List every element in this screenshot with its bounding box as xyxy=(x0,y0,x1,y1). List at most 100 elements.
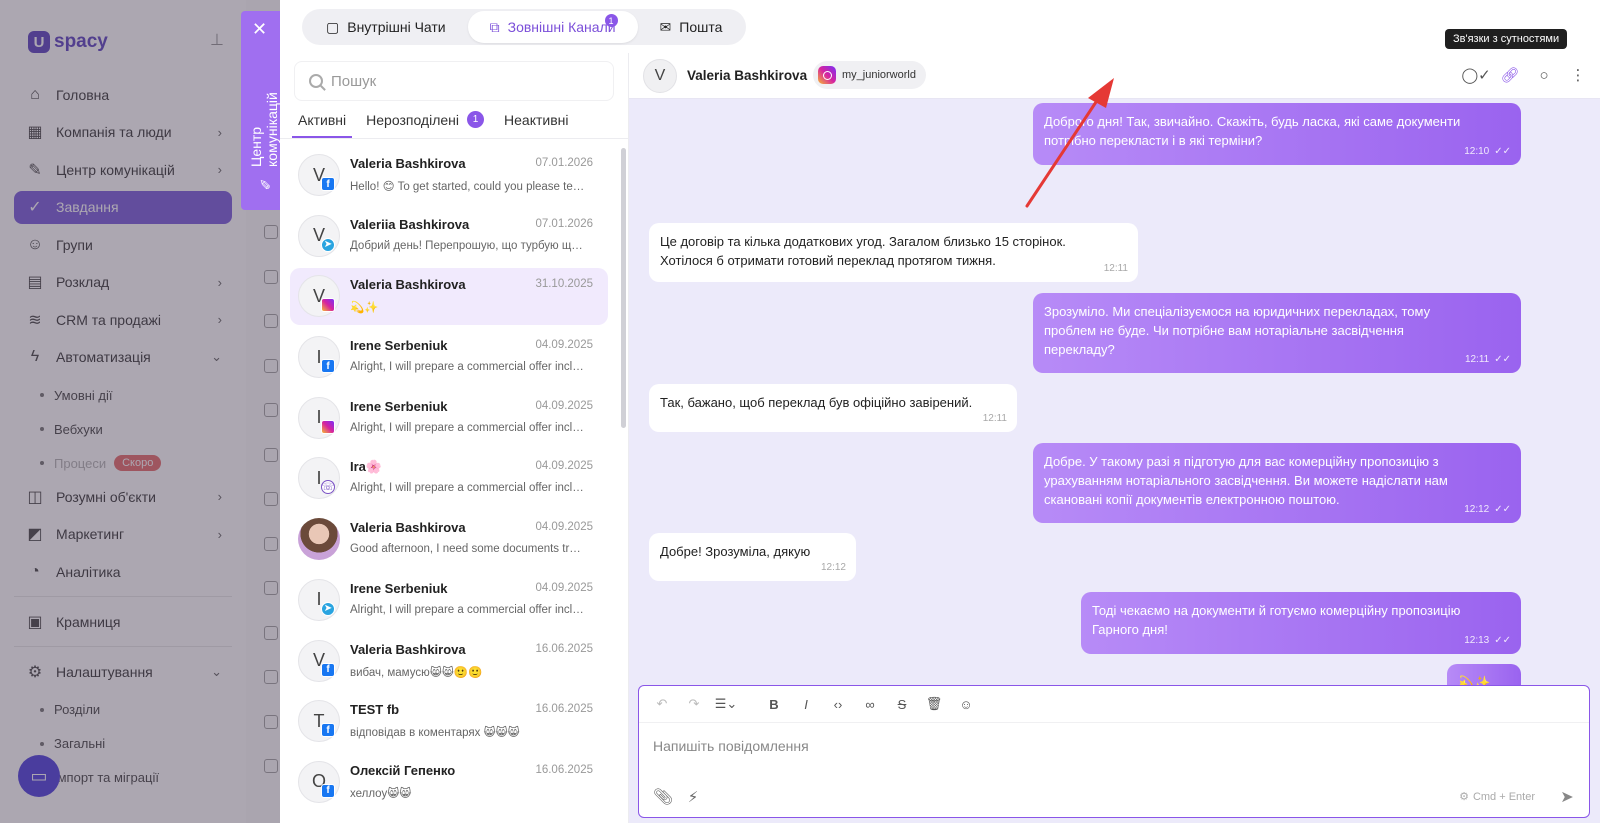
conversation-preview: Alright, I will prepare a commercial off… xyxy=(350,482,586,495)
avatar: I xyxy=(298,578,340,621)
chat-header: V Valeria Bashkirova my_juniorworld ◯✓ 🔗… xyxy=(629,53,1600,99)
conversation-item[interactable]: I ➤ Irene Serbeniuk 04.09.2025 Alright, I wi… xyxy=(290,572,608,629)
attachment-icon[interactable]: 📎︎ xyxy=(651,785,675,809)
outgoing-message[interactable]: Зрозуміло. Ми спеціалізуємося на юридичн… xyxy=(1033,293,1521,373)
conversation-name: Ira🌸 xyxy=(350,459,383,475)
header-actions: ◯✓ 🔗︎ ○ ⋮ xyxy=(1461,65,1588,85)
close-icon[interactable]: ✕ xyxy=(252,19,267,40)
search-box[interactable] xyxy=(294,61,614,101)
conversation-item[interactable]: Valeria Bashkirova 04.09.2025 Good afterno… xyxy=(290,511,608,568)
message-list: Доброго дня! Так, звичайно. Скажіть, буд… xyxy=(629,99,1600,739)
search-icon[interactable]: ○ xyxy=(1534,65,1554,85)
channel-tabs: ▢ Внутрішні Чати ⧉ Зовнішні Канали 1 ✉ Пошта xyxy=(302,9,747,45)
status-tab-label: Неактивні xyxy=(504,111,569,128)
double-check-icon: ✓✓ xyxy=(1494,354,1511,365)
emoji-icon[interactable]: ☺ xyxy=(953,691,979,717)
status-tab[interactable]: Неактивні xyxy=(498,101,574,138)
conversation-preview: Good afternoon, I need some documents tr… xyxy=(350,543,586,556)
telegram-icon: ➤ xyxy=(321,237,335,252)
link-icon[interactable]: 🔗︎ xyxy=(1500,65,1520,85)
list-scrollbar[interactable] xyxy=(621,148,626,428)
tab-label: Зовнішні Канали xyxy=(507,19,616,35)
status-tab-label: Активні xyxy=(298,111,347,128)
status-tabs: Активні Нерозподілені 1 Неактивні xyxy=(292,101,583,138)
conversation-item[interactable]: I ☏ Ira🌸 04.09.2025 Alright, I will prepare … xyxy=(290,450,608,507)
conversation-name: TEST fb xyxy=(350,702,400,718)
outgoing-message[interactable]: Тоді чекаємо на документи й готуємо коме… xyxy=(1081,592,1521,654)
conversation-name: Valeria Bashkirova xyxy=(350,277,466,293)
incoming-message[interactable]: Це договір та кілька додаткових угод. За… xyxy=(649,223,1138,282)
conversation-date: 16.06.2025 xyxy=(535,642,593,655)
conversation-item[interactable]: Vf Valeria Bashkirova 07.01.2026 Hello! 😊 T… xyxy=(290,147,608,204)
channel-chip[interactable]: my_juniorworld xyxy=(813,61,926,89)
outgoing-message[interactable]: Доброго дня! Так, звичайно. Скажіть, буд… xyxy=(1033,103,1521,165)
status-tab[interactable]: Нерозподілені 1 xyxy=(360,101,490,138)
align-icon[interactable]: ☰⌄ xyxy=(713,691,739,717)
trash-icon[interactable]: 🗑︎ xyxy=(921,691,947,717)
message-text: Добре! Зрозуміла, дякую xyxy=(660,544,811,559)
conversation-preview: Alright, I will prepare a commercial off… xyxy=(350,603,586,616)
double-check-icon: ✓✓ xyxy=(1494,146,1511,157)
message-time: 12:10 ✓✓ xyxy=(1464,146,1511,157)
conversation-preview: хеллоу😸😸 xyxy=(350,787,412,800)
composer-footer: 📎︎ ⚡︎ ⚙ Cmd + Enter ➤ xyxy=(639,785,1589,811)
status-tab[interactable]: Активні xyxy=(292,101,353,138)
message-input[interactable] xyxy=(653,738,1553,768)
conversation-items: Vf Valeria Bashkirova 07.01.2026 Hello! 😊 T… xyxy=(290,147,608,815)
message-time: 12:11 xyxy=(982,413,1007,424)
telegram-icon: ➤ xyxy=(321,601,335,616)
conversation-name: Олексій Гепенко xyxy=(350,762,456,778)
search-input[interactable] xyxy=(331,72,591,90)
instagram-icon xyxy=(818,66,836,84)
conversation-date: 04.09.2025 xyxy=(535,339,593,352)
dim-overlay[interactable] xyxy=(0,0,280,823)
conversation-item[interactable]: Of Олексій Гепенко 16.06.2025 хеллоу😸😸 xyxy=(290,754,608,811)
tab-external-channels[interactable]: ⧉ Зовнішні Канали 1 xyxy=(467,11,638,43)
status-tab-label: Нерозподілені xyxy=(366,111,460,128)
incoming-message[interactable]: Добре! Зрозуміла, дякую 12:12 xyxy=(649,533,856,581)
conversation-item[interactable]: Tf TEST fb 16.06.2025 відповідав в коментар… xyxy=(290,693,608,750)
code-icon[interactable]: ‹› xyxy=(825,691,851,717)
conversation-date: 07.01.2026 xyxy=(535,157,593,169)
conversation-date: 16.06.2025 xyxy=(535,703,593,716)
facebook-icon: f xyxy=(321,177,335,191)
channels-icon: ⧉ xyxy=(489,18,500,35)
conversation-name: Irene Serbeniuk xyxy=(350,338,448,354)
message-time: 12:12 xyxy=(820,562,846,573)
bold-icon[interactable]: B xyxy=(761,691,787,717)
conversation-item[interactable]: V Valeria Bashkirova 31.10.2025 💫✨ xyxy=(290,268,608,326)
conversation-item[interactable]: I Irene Serbeniuk 04.09.2025 Alright, I wil… xyxy=(290,390,608,447)
outgoing-message[interactable]: Добре. У такому разі я підготую для вас … xyxy=(1033,443,1521,523)
incoming-message[interactable]: Так, бажано, щоб переклад був офіційно з… xyxy=(649,384,1017,432)
message-composer: ↶ ↷ ☰⌄ B I ‹› ∞ S 🗑︎ ☺ 📎︎ ⚡︎ ⚙Cmd + Ente… xyxy=(638,685,1590,818)
check-circle-icon[interactable]: ◯✓ xyxy=(1461,65,1490,85)
italic-icon[interactable]: I xyxy=(793,691,819,717)
facebook-icon: f xyxy=(321,783,335,798)
tab-internal-chats[interactable]: ▢ Внутрішні Чати xyxy=(304,11,468,43)
link-icon[interactable]: ∞ xyxy=(857,691,883,717)
redo-icon[interactable]: ↷ xyxy=(681,691,707,717)
strikethrough-icon[interactable]: S xyxy=(889,691,915,717)
more-vertical-icon[interactable]: ⋮ xyxy=(1568,65,1588,85)
conversation-name: Valeria Bashkirova xyxy=(350,641,466,657)
comm-center-tab[interactable]: ✕ ✎ Центр комунікацій xyxy=(241,11,280,210)
avatar[interactable]: V xyxy=(643,59,677,93)
facebook-icon: f xyxy=(321,662,335,677)
undo-icon[interactable]: ↶ xyxy=(649,691,675,717)
avatar: V xyxy=(298,214,340,257)
conversation-item[interactable]: If Irene Serbeniuk 04.09.2025 Alright, I wi… xyxy=(290,329,608,386)
contact-name: Valeria Bashkirova xyxy=(687,68,808,83)
conversation-name: Valeria Bashkirova xyxy=(350,520,466,536)
avatar xyxy=(298,518,340,561)
conversation-preview: Hello! 😊 To get started, could you pleas… xyxy=(350,181,586,193)
tab-badge: 1 xyxy=(604,14,618,27)
tab-mail[interactable]: ✉ Пошта xyxy=(638,11,745,43)
conversation-preview: вибач, мамусю😸😸🙂🙂 xyxy=(350,666,483,679)
conversation-item[interactable]: Vf Valeria Bashkirova 16.06.2025 вибач, мам… xyxy=(290,633,608,690)
conversation-date: 04.09.2025 xyxy=(535,521,593,534)
template-icon[interactable]: ⚡︎ xyxy=(681,785,705,809)
conversation-item[interactable]: V ➤ Valeriia Bashkirova 07.01.2026 Добрий де… xyxy=(290,208,608,265)
entity-links-tooltip: Зв'язки з сутностями xyxy=(1445,29,1568,49)
send-icon[interactable]: ➤ xyxy=(1555,785,1579,809)
facebook-icon: f xyxy=(321,723,335,738)
